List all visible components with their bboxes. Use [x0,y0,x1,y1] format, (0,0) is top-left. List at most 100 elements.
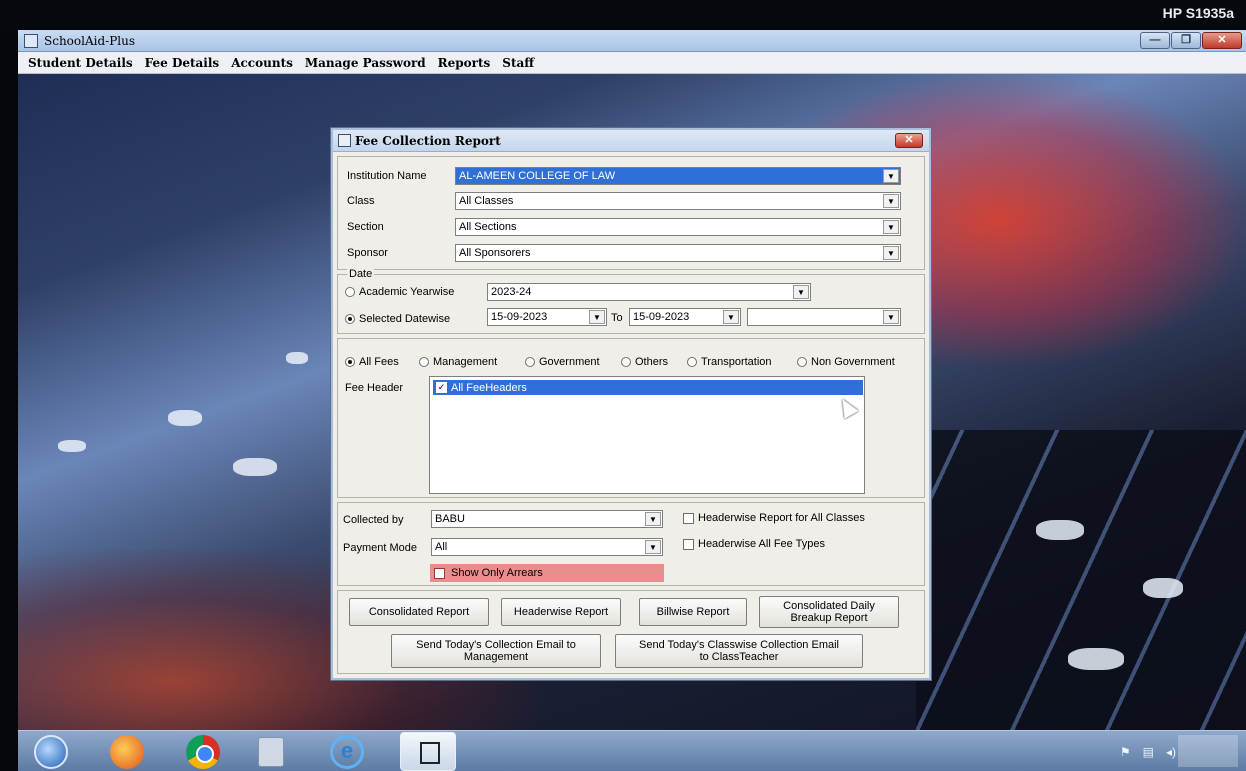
monitor-bezel: HP S1935a [0,0,1246,30]
fee-type-transportation-radio[interactable]: Transportation [687,356,772,368]
collected-by-select[interactable]: BABU ▼ [431,510,663,528]
radio-icon [345,314,355,324]
fee-type-non-government-radio[interactable]: Non Government [797,356,895,368]
menu-manage-password[interactable]: Manage Password [305,56,426,70]
payment-mode-select[interactable]: All ▼ [431,538,663,556]
show-only-arrears-checkbox[interactable]: Show Only Arrears [430,564,664,582]
fee-type-management-radio[interactable]: Management [419,356,497,368]
clock[interactable] [1178,735,1238,767]
headerwise-report-button[interactable]: Headerwise Report [501,598,621,626]
close-button[interactable]: ✕ [1202,32,1242,49]
academic-year-select[interactable]: 2023-24 ▼ [487,283,811,301]
daily-breakup-label: Breakup Report [790,612,868,624]
fee-type-all-radio[interactable]: All Fees [345,356,399,368]
academic-yearwise-radio[interactable]: Academic Yearwise [345,286,454,298]
dialog-close-button[interactable]: ✕ [895,133,923,148]
minimize-button[interactable]: — [1140,32,1170,49]
menu-reports[interactable]: Reports [438,56,491,70]
fee-header-item-label: All FeeHeaders [451,381,527,394]
wallpaper-key-light [58,440,86,452]
calculator-icon[interactable] [258,737,284,767]
sponsor-label: Sponsor [347,247,388,259]
selected-datewise-label: Selected Datewise [359,313,451,325]
restore-button[interactable]: ❐ [1171,32,1201,49]
chevron-down-icon[interactable]: ▼ [589,310,605,324]
headerwise-report-label: Headerwise Report [513,606,609,618]
collected-by-value: BABU [435,513,465,525]
chevron-down-icon[interactable]: ▼ [883,220,899,234]
class-select[interactable]: All Classes ▼ [455,192,901,210]
headerwise-all-fee-types-label: Headerwise All Fee Types [698,538,825,550]
consolidated-daily-breakup-button[interactable]: Consolidated Daily Breakup Report [759,596,899,628]
wallpaper-key-light [233,458,277,476]
app-titlebar: SchoolAid-Plus — ❐ ✕ [18,30,1246,52]
fee-header-list[interactable]: ✓ All FeeHeaders [429,376,865,494]
checkbox-checked-icon[interactable]: ✓ [436,382,447,393]
fee-type-others-label: Others [635,356,669,368]
wallpaper-keyboard [916,430,1246,740]
headerwise-all-classes-checkbox[interactable]: Headerwise Report for All Classes [683,512,865,524]
consolidated-report-label: Consolidated Report [368,606,470,618]
fee-type-others-radio[interactable]: Others [621,356,668,368]
wallpaper-key-light [1143,578,1183,598]
checkbox-icon [434,567,445,579]
section-label: Section [347,221,384,233]
radio-icon [687,357,697,367]
monitor-brand: HP S1935a [1162,5,1234,21]
chevron-down-icon[interactable]: ▼ [883,246,899,260]
network-icon[interactable]: ▤ [1143,745,1154,759]
chevron-down-icon[interactable]: ▼ [723,310,739,324]
academic-yearwise-label: Academic Yearwise [359,286,455,298]
menu-fee-details[interactable]: Fee Details [145,56,220,70]
institution-label: Institution Name [347,170,427,182]
consolidated-report-button[interactable]: Consolidated Report [349,598,489,626]
chevron-down-icon[interactable]: ▼ [645,512,661,526]
chevron-down-icon[interactable]: ▼ [793,285,809,299]
institution-select[interactable]: AL-AMEEN COLLEGE OF LAW ▼ [455,167,901,185]
fee-type-government-radio[interactable]: Government [525,356,600,368]
extra-select[interactable]: ▼ [747,308,901,326]
to-date-picker[interactable]: 15-09-2023 ▼ [629,308,741,326]
wallpaper-key-light [168,410,202,426]
academic-year-value: 2023-24 [491,286,532,298]
menu-bar: Student Details Fee Details Accounts Man… [18,52,1246,74]
flag-icon[interactable]: ⚑ [1120,745,1131,759]
email-management-button[interactable]: Send Today's Collection Email to Managem… [391,634,601,668]
volume-icon[interactable]: ◂) [1166,745,1176,759]
desktop-screen: SchoolAid-Plus — ❐ ✕ Student Details Fee… [18,30,1246,771]
selected-datewise-radio[interactable]: Selected Datewise [345,313,450,325]
internet-explorer-icon[interactable]: e [330,735,364,769]
payment-mode-value: All [435,541,448,553]
menu-student-details[interactable]: Student Details [28,56,133,70]
headerwise-all-fee-types-checkbox[interactable]: Headerwise All Fee Types [683,538,825,550]
chevron-down-icon[interactable]: ▼ [883,310,899,324]
fee-type-government-label: Government [539,356,600,368]
firefox-icon[interactable] [110,735,144,769]
start-button[interactable] [34,735,68,769]
show-only-arrears-label: Show Only Arrears [451,567,543,579]
email-management-label: Send Today's Collection Email to [416,639,576,651]
section-select[interactable]: All Sections ▼ [455,218,901,236]
class-value: All Classes [459,195,514,207]
chevron-down-icon[interactable]: ▼ [883,194,899,208]
chrome-icon[interactable] [186,735,220,769]
sponsor-select[interactable]: All Sponsorers ▼ [455,244,901,262]
fee-header-item[interactable]: ✓ All FeeHeaders [433,380,863,395]
class-label: Class [347,195,375,207]
schoolaid-taskbar-icon[interactable] [400,732,456,771]
headerwise-all-classes-label: Headerwise Report for All Classes [698,512,865,524]
chevron-down-icon[interactable]: ▼ [883,169,899,183]
fee-type-management-label: Management [433,356,498,368]
from-date-picker[interactable]: 15-09-2023 ▼ [487,308,607,326]
fee-header-label: Fee Header [345,382,404,394]
from-date-value: 15-09-2023 [491,311,548,323]
menu-staff[interactable]: Staff [502,56,534,70]
menu-accounts[interactable]: Accounts [231,56,293,70]
date-group-label: Date [347,268,375,280]
chevron-down-icon[interactable]: ▼ [645,540,661,554]
wallpaper-key-light [1036,520,1084,540]
dialog-titlebar: Fee Collection Report ✕ [333,130,929,152]
email-classteacher-button[interactable]: Send Today's Classwise Collection Email … [615,634,863,668]
billwise-report-button[interactable]: Billwise Report [639,598,747,626]
section-value: All Sections [459,221,517,233]
